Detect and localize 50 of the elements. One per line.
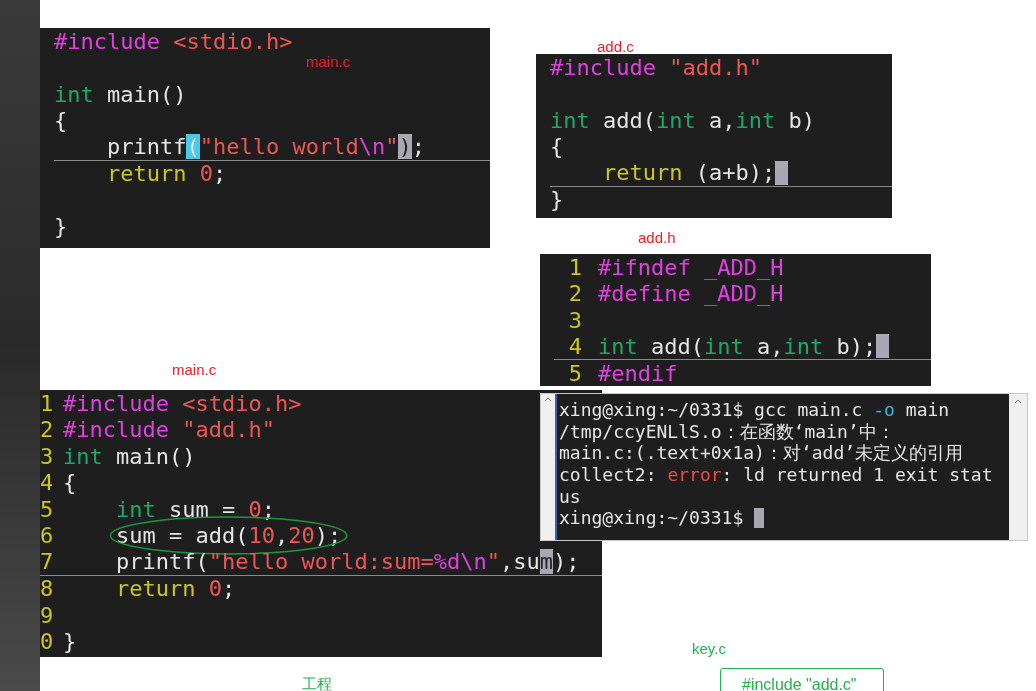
line-number: 3 [40, 442, 52, 471]
code-line: sum = add(10,20); [115, 522, 342, 551]
line-number: 3 [567, 306, 582, 335]
line-number: 8 [40, 575, 52, 604]
code-line: int sum = 0; [115, 495, 275, 524]
line-number: 1 [567, 253, 582, 282]
line-number: 7 [40, 548, 52, 577]
code-line: int add(int a,int b); [598, 332, 877, 361]
code-line: #define _ADD_H [598, 280, 784, 309]
line-number: 2 [40, 416, 52, 445]
code-line: int main() [54, 80, 187, 109]
caption-label: key.c [692, 639, 726, 659]
line-number: 5 [567, 359, 582, 388]
scroll-up-icon[interactable] [1014, 399, 1022, 404]
code-line: } [550, 186, 564, 215]
code-line: { [54, 107, 68, 136]
scroll-up-icon[interactable] [544, 397, 552, 402]
code-line: int main() [63, 442, 196, 471]
code-line: #endif [598, 359, 678, 388]
line-number: 4 [567, 332, 582, 361]
caption-label: main.c [172, 360, 217, 380]
terminal-line: xing@xing:~/0331$ gcc main.c -o main [559, 398, 950, 423]
line-number: 1 [40, 389, 52, 418]
terminal-line: xing@xing:~/0331$ [559, 506, 745, 531]
code-line: return 0; [115, 575, 236, 604]
line-number: 9 [40, 601, 52, 630]
code-line: return (a+b); [602, 159, 776, 188]
line-number: 4 [40, 469, 52, 498]
caption-label: add.h [638, 228, 676, 248]
terminal-line: /tmp/ccyENLlS.o：在函数‘main’中： [559, 420, 895, 444]
code-line: #ifndef _ADD_H [598, 253, 784, 282]
code-line: #include <stdio.h> [63, 389, 302, 418]
code-line: } [54, 213, 68, 242]
caption-label: main.c [306, 52, 351, 72]
code-line: return 0; [106, 160, 227, 189]
line-number: 0 [40, 628, 52, 657]
code-line: printf("hello world\n"); [106, 133, 425, 162]
note-box: #include "add.c" [720, 668, 884, 691]
code-line: { [550, 133, 564, 162]
caption-label: 工程 [302, 674, 332, 691]
code-line: int add(int a,int b) [550, 106, 815, 135]
code-line: } [63, 628, 77, 657]
code-line: printf("hello world:sum=%d\n",sum); [115, 548, 580, 577]
line-number: 6 [40, 522, 52, 551]
code-line: #include <stdio.h> [54, 27, 293, 56]
terminal-line: main.c:(.text+0x1a)：对‘add’未定义的引用 [559, 442, 964, 466]
code-line: #include "add.h" [63, 416, 275, 445]
code-line: { [63, 469, 77, 498]
line-number: 5 [40, 495, 52, 524]
line-number: 2 [567, 280, 582, 309]
